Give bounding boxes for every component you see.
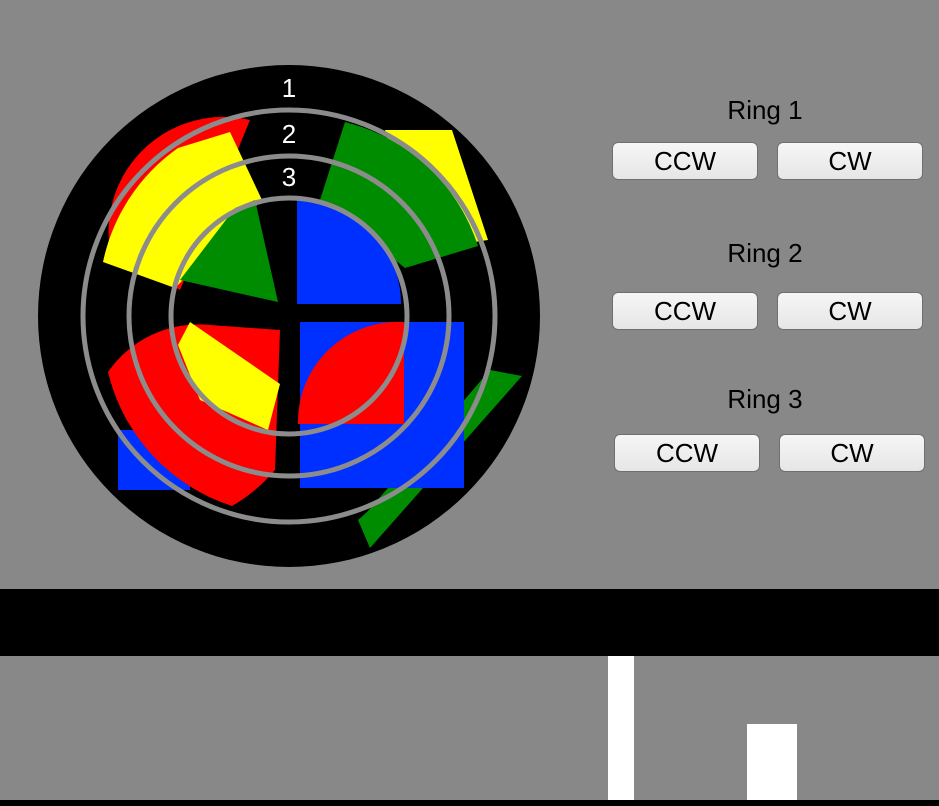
ring-puzzle-board[interactable]: 1 2 3 xyxy=(0,0,560,580)
ring-3-ccw-button[interactable]: CCW xyxy=(614,434,760,472)
ring-2-cw-button[interactable]: CW xyxy=(777,292,923,330)
ring-1-cw-button[interactable]: CW xyxy=(777,142,923,180)
white-pillar-tall xyxy=(608,656,634,800)
black-divider-bar xyxy=(0,589,939,656)
ring-number-1: 1 xyxy=(282,73,296,103)
ring-1-ccw-button[interactable]: CCW xyxy=(612,142,758,180)
ring-2-ccw-button[interactable]: CCW xyxy=(612,292,758,330)
bottom-edge-line xyxy=(0,800,939,806)
game-stage: 1 2 3 Ring 1 CCW CW Ring 2 CCW CW Ring 3… xyxy=(0,0,939,806)
ring-number-3: 3 xyxy=(282,162,296,192)
white-pillar-short xyxy=(747,724,797,800)
ring-2-label: Ring 2 xyxy=(727,238,803,268)
ring-3-cw-button[interactable]: CW xyxy=(779,434,925,472)
ring-1-label: Ring 1 xyxy=(727,95,803,125)
ring-number-2: 2 xyxy=(282,119,296,149)
ring-3-label: Ring 3 xyxy=(727,384,803,414)
